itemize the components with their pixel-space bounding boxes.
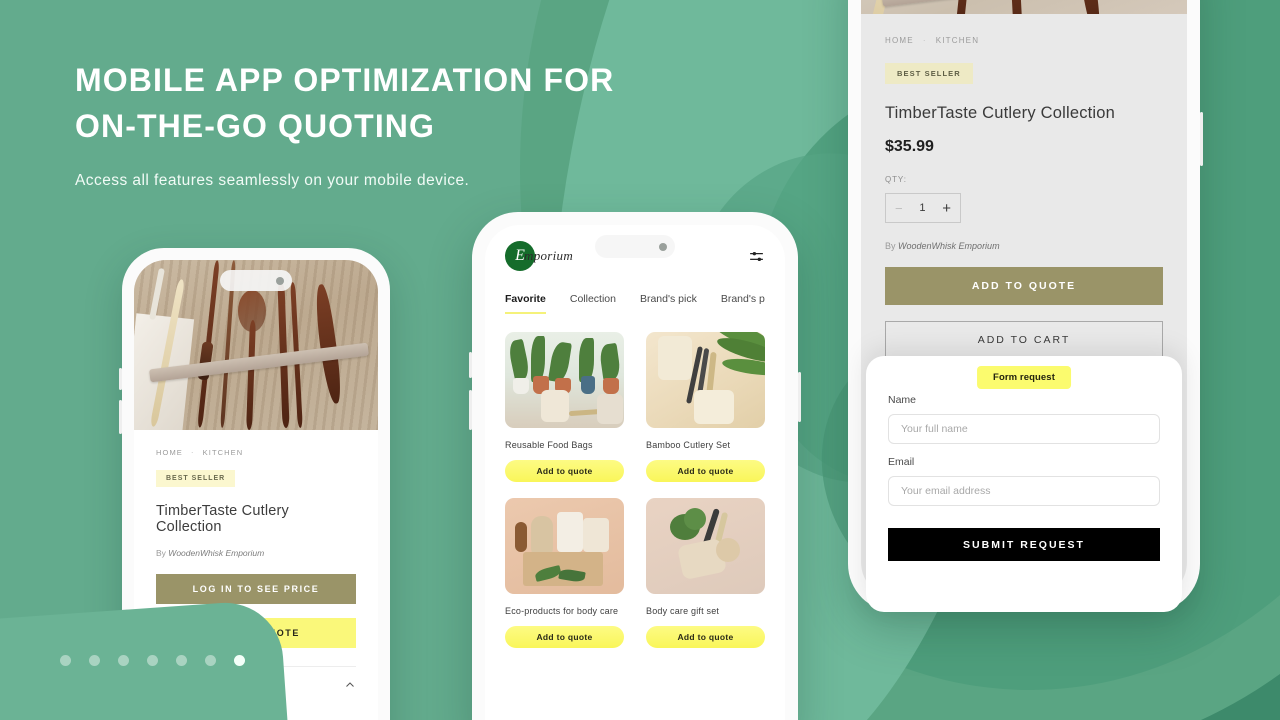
- add-to-cart-button[interactable]: ADD TO CART: [885, 321, 1163, 359]
- breadcrumb-separator-icon: ·: [190, 448, 195, 457]
- sliders-icon[interactable]: [748, 248, 765, 265]
- dynamic-island-notch: [595, 235, 675, 258]
- carousel-dot-4[interactable]: [147, 655, 158, 666]
- headline-line-2: ON-THE-GO QUOTING: [75, 108, 436, 145]
- vendor-prefix: By: [156, 548, 166, 558]
- product-hero-image: [134, 260, 378, 430]
- add-to-quote-button[interactable]: Add to quote: [646, 460, 765, 483]
- add-to-quote-button[interactable]: Add to quote: [646, 626, 765, 649]
- hero-text-block: MOBILE APP OPTIMIZATION FOR ON-THE-GO QU…: [75, 57, 695, 190]
- form-request-badge: Form request: [977, 366, 1071, 389]
- product-name: Reusable Food Bags: [505, 440, 593, 450]
- phone-power-button[interactable]: [798, 372, 801, 422]
- submit-request-button[interactable]: SUBMIT REQUEST: [888, 528, 1160, 561]
- product-detail-panel: HOME · KITCHEN BEST SELLER TimberTaste C…: [861, 14, 1187, 359]
- breadcrumb: HOME · KITCHEN: [156, 448, 356, 457]
- carousel-dot-2[interactable]: [89, 655, 100, 666]
- quantity-label: QTY:: [885, 175, 907, 184]
- headline-line-1: MOBILE APP OPTIMIZATION FOR: [75, 62, 615, 98]
- carousel-pagination[interactable]: [60, 655, 245, 666]
- phone-volume-button[interactable]: [469, 390, 472, 430]
- product-grid: Reusable Food Bags Add to quote Bamboo C…: [485, 314, 785, 649]
- product-name: Eco-products for body care: [505, 606, 619, 617]
- breadcrumb: HOME · KITCHEN: [885, 36, 1163, 45]
- quantity-increment-button[interactable]: +: [942, 200, 951, 217]
- product-card[interactable]: Reusable Food Bags Add to quote: [505, 332, 624, 483]
- product-image: [646, 332, 765, 428]
- carousel-dot-1[interactable]: [60, 655, 71, 666]
- carousel-dot-5[interactable]: [176, 655, 187, 666]
- phone-volume-button[interactable]: [119, 400, 122, 434]
- product-name: Body care gift set: [646, 606, 720, 617]
- quantity-decrement-button[interactable]: −: [895, 201, 903, 216]
- phone-side-button[interactable]: [469, 352, 472, 378]
- product-price: $35.99: [885, 138, 934, 155]
- hero-subtitle: Access all features seamlessly on your m…: [75, 171, 470, 189]
- product-vendor: By WoodenWhisk Emporium: [156, 548, 356, 558]
- carousel-dot-3[interactable]: [118, 655, 129, 666]
- email-field[interactable]: Your email address: [888, 476, 1160, 506]
- vendor-name[interactable]: WoodenWhisk Emporium: [168, 548, 264, 558]
- phone-mid-screen: E mporium Favorite Collection Brand's pi…: [485, 225, 785, 720]
- status-badge: BEST SELLER: [156, 470, 236, 487]
- form-request-sheet: Form request Name Your full name Email Y…: [866, 356, 1182, 612]
- carousel-dot-6[interactable]: [205, 655, 216, 666]
- logo-wordmark: mporium: [524, 248, 574, 263]
- tab-collection[interactable]: Collection: [570, 293, 616, 314]
- phone-mockup-middle: E mporium Favorite Collection Brand's pi…: [469, 212, 801, 720]
- product-card[interactable]: Eco-products for body care Add to quote: [505, 498, 624, 649]
- product-card[interactable]: Bamboo Cutlery Set Add to quote: [646, 332, 765, 483]
- product-name: Bamboo Cutlery Set: [646, 440, 731, 450]
- dynamic-island-notch: [220, 270, 292, 291]
- vendor-prefix: By: [885, 241, 896, 251]
- carousel-dot-7[interactable]: [234, 655, 245, 666]
- slide-canvas: MOBILE APP OPTIMIZATION FOR ON-THE-GO QU…: [0, 0, 1280, 720]
- product-image: [646, 498, 765, 595]
- name-field[interactable]: Your full name: [888, 414, 1160, 444]
- front-camera-icon: [276, 276, 284, 285]
- product-hero-image: [861, 0, 1187, 14]
- product-vendor: By WoodenWhisk Emporium: [885, 241, 1163, 251]
- category-tabs[interactable]: Favorite Collection Brand's pick Brand's…: [485, 271, 785, 314]
- product-title: TimberTaste Cutlery Collection: [156, 503, 289, 535]
- phone-power-button[interactable]: [1200, 112, 1203, 166]
- product-image: [505, 332, 624, 428]
- tab-brands-pick[interactable]: Brand's pick: [640, 293, 697, 314]
- quantity-stepper[interactable]: − 1 +: [885, 193, 961, 223]
- name-label: Name: [888, 394, 917, 406]
- status-badge: BEST SELLER: [885, 63, 973, 84]
- vendor-name[interactable]: WoodenWhisk Emporium: [898, 241, 1000, 251]
- breadcrumb-separator-icon: ·: [922, 36, 927, 45]
- email-label: Email: [888, 456, 915, 468]
- product-title: TimberTaste Cutlery Collection: [885, 104, 1116, 122]
- tab-brands-pick-2[interactable]: Brand's p: [721, 293, 765, 314]
- breadcrumb-item-kitchen[interactable]: KITCHEN: [203, 448, 244, 457]
- login-to-see-price-button[interactable]: LOG IN TO SEE PRICE: [156, 574, 356, 604]
- tab-favorite[interactable]: Favorite: [505, 293, 546, 314]
- add-to-quote-button[interactable]: Add to quote: [505, 460, 624, 483]
- breadcrumb-item-home[interactable]: HOME: [885, 36, 914, 45]
- quantity-value: 1: [919, 202, 926, 214]
- add-to-quote-button[interactable]: Add to quote: [505, 626, 624, 649]
- front-camera-icon: [659, 242, 667, 251]
- product-card[interactable]: Body care gift set Add to quote: [646, 498, 765, 649]
- phone-side-button[interactable]: [119, 368, 122, 390]
- chevron-up-icon[interactable]: [344, 679, 356, 691]
- breadcrumb-item-kitchen[interactable]: KITCHEN: [936, 36, 980, 45]
- product-image: [505, 498, 624, 595]
- breadcrumb-item-home[interactable]: HOME: [156, 448, 183, 457]
- page-title: MOBILE APP OPTIMIZATION FOR ON-THE-GO QU…: [75, 57, 695, 150]
- add-to-quote-button[interactable]: ADD TO QUOTE: [885, 267, 1163, 305]
- app-logo[interactable]: E mporium: [505, 241, 573, 271]
